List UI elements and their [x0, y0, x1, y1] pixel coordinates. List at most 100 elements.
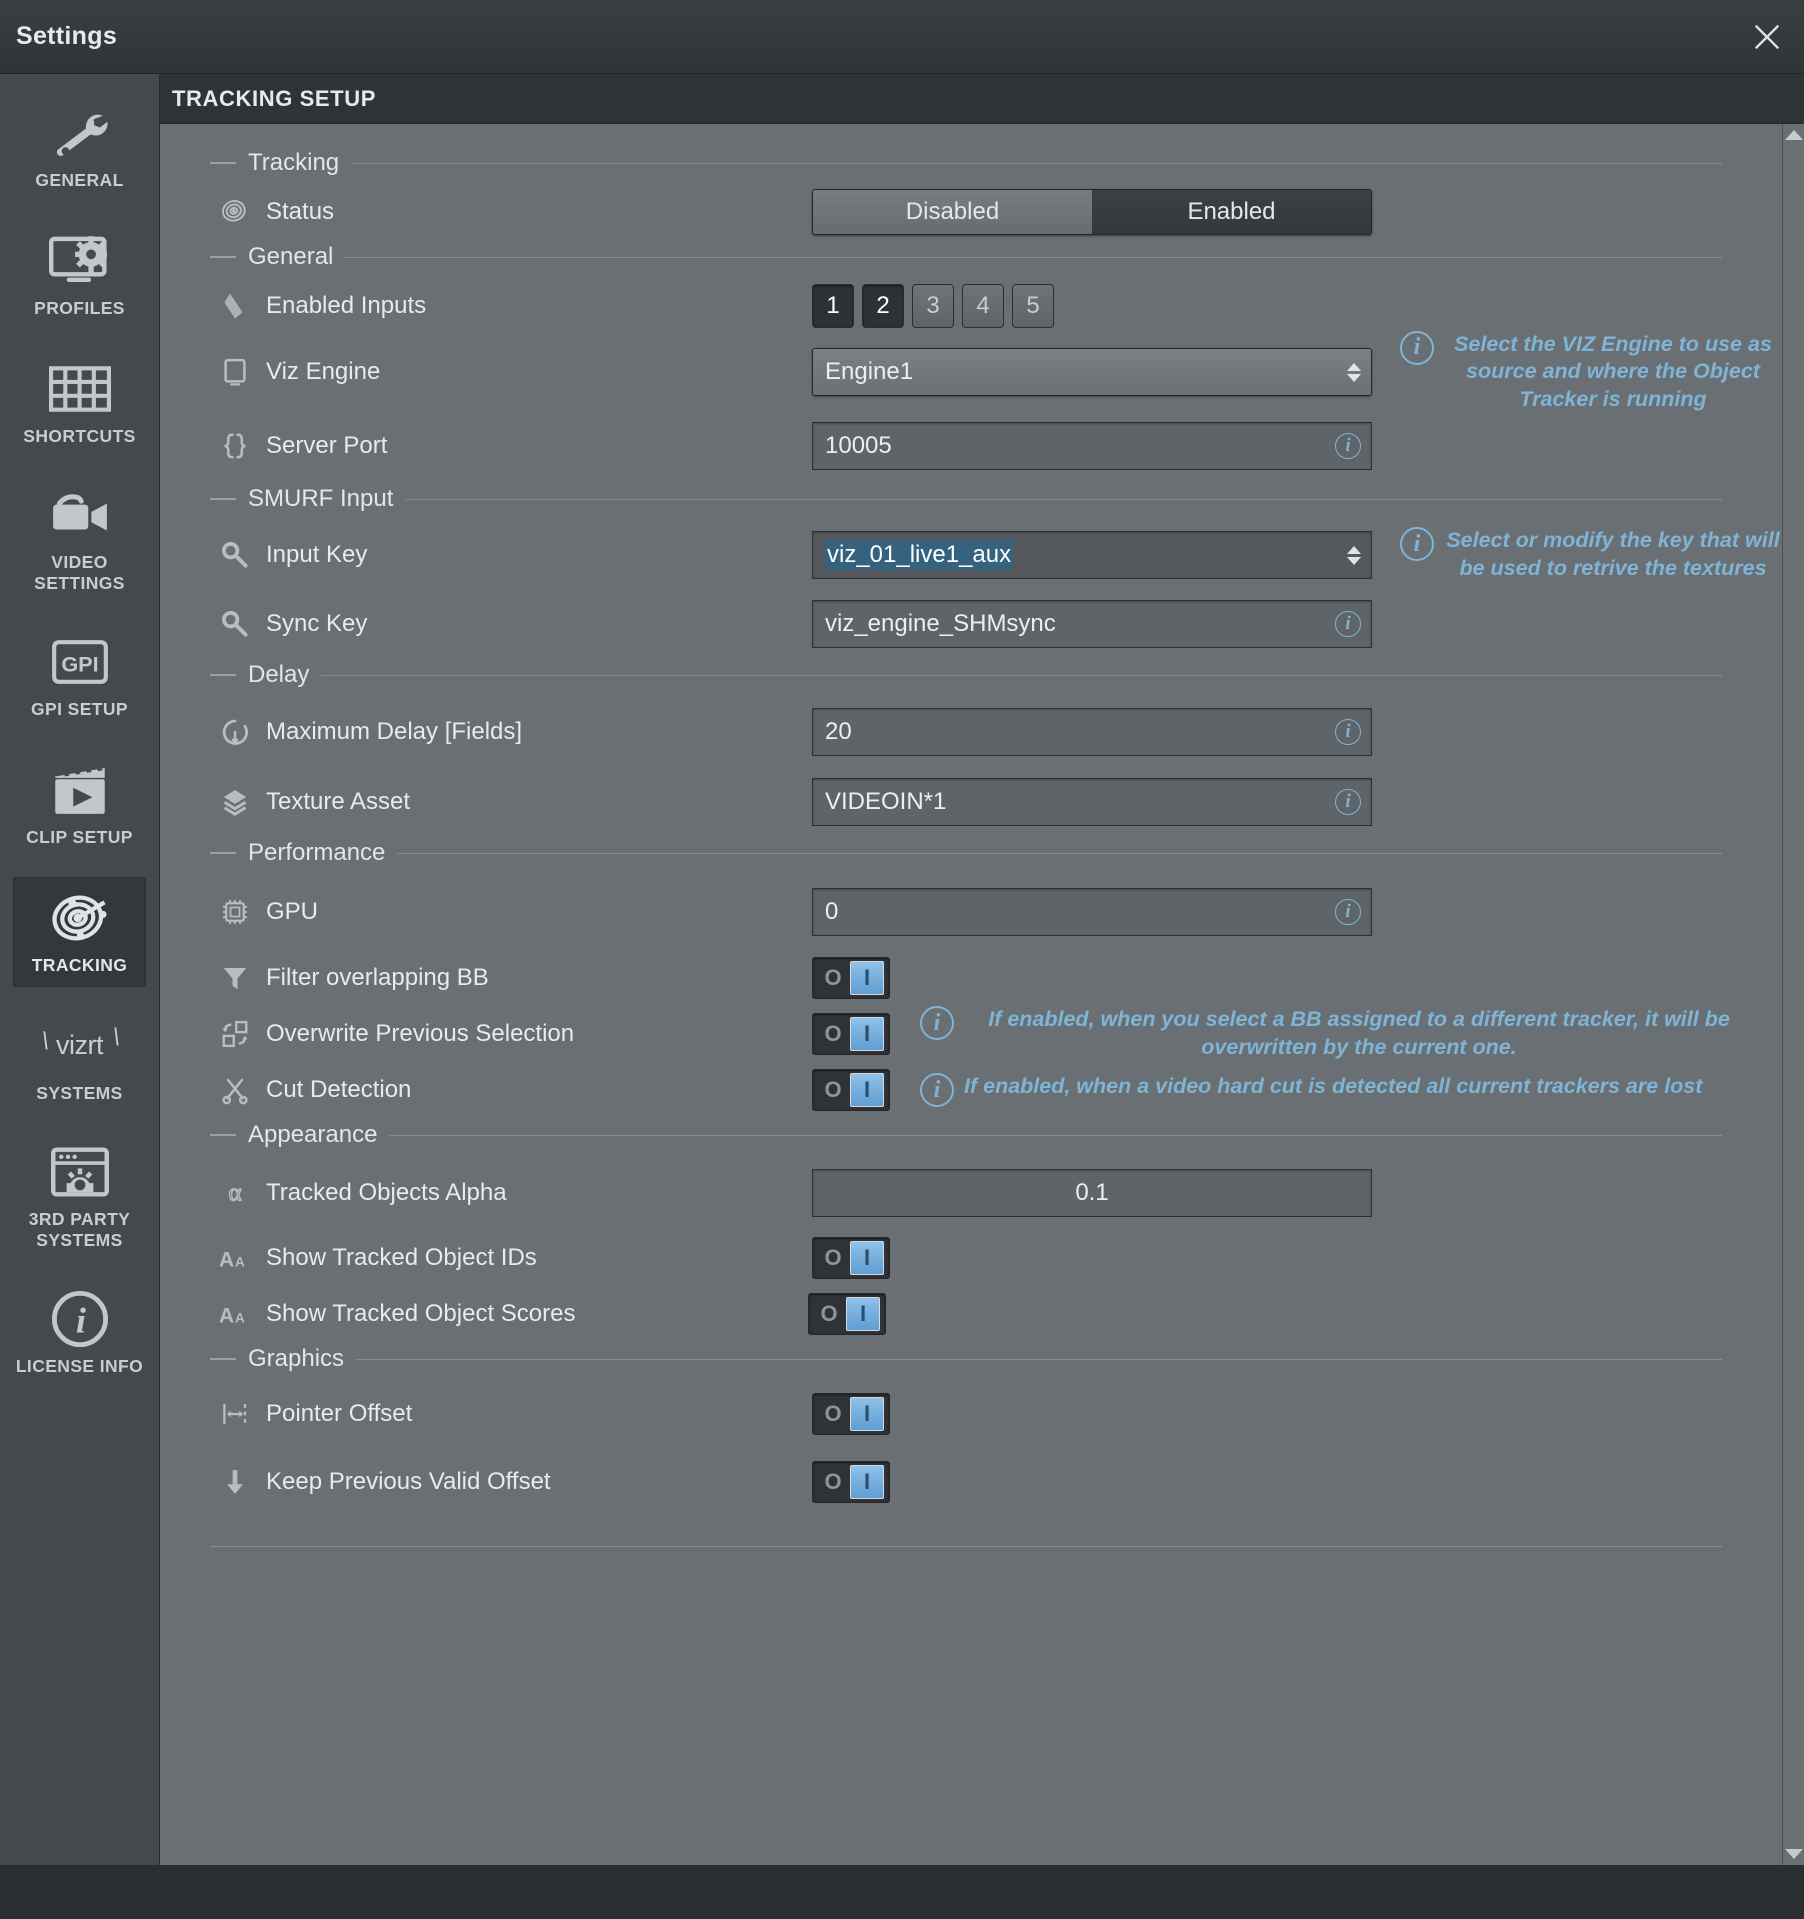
- show-tracked-object-ids-toggle[interactable]: O I: [812, 1237, 890, 1279]
- viz-engine-select[interactable]: Engine1: [812, 348, 1372, 396]
- row-label: Input Key: [266, 541, 368, 568]
- row-server-port: Server Port 10005 i: [160, 410, 1782, 482]
- cut-detection-hint: i If enabled, when a video hard cut is d…: [920, 1073, 1702, 1107]
- maximum-delay-input[interactable]: 20 i: [812, 708, 1372, 756]
- svg-text:A: A: [219, 1305, 234, 1328]
- group-graphics: Graphics Pointer Offset O I Keep Previou…: [160, 1342, 1782, 1516]
- sidebar-item-label: LICENSE INFO: [15, 1356, 144, 1377]
- divider: [321, 674, 1722, 676]
- info-circle-icon[interactable]: i: [920, 1073, 954, 1107]
- sidebar-item-general[interactable]: GENERAL: [13, 92, 146, 202]
- page-header: TRACKING SETUP: [160, 74, 1804, 124]
- server-port-input[interactable]: 10005 i: [812, 422, 1372, 470]
- sidebar-item-tracking[interactable]: TRACKING: [13, 877, 146, 988]
- tracked-objects-alpha-slider[interactable]: 0.1: [812, 1169, 1372, 1217]
- row-label: Status: [266, 198, 335, 225]
- toggle-off-glyph: O: [824, 965, 842, 990]
- status-segmented-control[interactable]: Disabled Enabled: [812, 189, 1372, 235]
- group-general: General Enabled Inputs 1 2 3 4 5 Viz Eng…: [160, 240, 1782, 482]
- input-key-combo[interactable]: viz_01_live1_aux: [812, 531, 1372, 579]
- sidebar-item-label: GPI SETUP: [31, 698, 128, 719]
- collapse-dash-icon[interactable]: [210, 852, 236, 854]
- keep-previous-valid-offset-toggle[interactable]: O I: [812, 1461, 890, 1503]
- vizrt-wordmark: vizrt: [46, 1030, 113, 1061]
- toggle-off-glyph: O: [824, 1469, 842, 1494]
- layers-icon: [212, 787, 258, 817]
- divider: [356, 1358, 1722, 1360]
- cut-detection-toggle[interactable]: O I: [812, 1069, 890, 1111]
- filter-overlapping-bb-toggle[interactable]: O I: [812, 957, 890, 999]
- divider: [397, 852, 1722, 854]
- input-chip-1[interactable]: 1: [812, 284, 854, 328]
- sidebar-item-label: TRACKING: [31, 954, 128, 975]
- info-circle-icon[interactable]: i: [1335, 611, 1361, 637]
- sync-key-value: viz_engine_SHMsync: [825, 610, 1056, 637]
- group-title: SMURF Input: [248, 485, 394, 512]
- svg-text:GPI: GPI: [61, 651, 98, 676]
- funnel-icon: [212, 963, 258, 993]
- text-size-icon: A A: [212, 1299, 258, 1329]
- row-label: Viz Engine: [266, 358, 381, 385]
- collapse-dash-icon[interactable]: [210, 498, 236, 500]
- info-circle-icon[interactable]: i: [1335, 719, 1361, 745]
- group-title: Tracking: [248, 149, 340, 176]
- sidebar-item-profiles[interactable]: PROFILES: [13, 220, 146, 330]
- info-circle-icon[interactable]: i: [920, 1006, 954, 1041]
- collapse-dash-icon[interactable]: [210, 1134, 236, 1136]
- toggle-off-glyph: O: [824, 1401, 842, 1426]
- text-size-icon: A A: [212, 1243, 258, 1273]
- sidebar-item-3rd-party-systems[interactable]: 3RD PARTY SYSTEMS: [13, 1133, 146, 1260]
- divider: [405, 498, 1722, 500]
- row-label: Maximum Delay [Fields]: [266, 718, 523, 745]
- row-keep-previous-valid-offset: Keep Previous Valid Offset O I: [160, 1448, 1782, 1516]
- input-chip-3[interactable]: 3: [912, 284, 954, 328]
- info-circle-icon[interactable]: i: [1400, 527, 1434, 562]
- input-chip-2[interactable]: 2: [862, 284, 904, 328]
- scroll-down-icon[interactable]: [1784, 1849, 1803, 1859]
- group-header: General: [160, 240, 1782, 274]
- input-chip-5[interactable]: 5: [1012, 284, 1054, 328]
- texture-asset-input[interactable]: VIDEOIN*1 i: [812, 778, 1372, 826]
- collapse-dash-icon[interactable]: [210, 1358, 236, 1360]
- input-key-value: viz_01_live1_aux: [825, 540, 1014, 570]
- sync-key-input[interactable]: viz_engine_SHMsync i: [812, 600, 1372, 648]
- sidebar: GENERAL PROFILES SHORTCUTS VIDEO SETTING…: [0, 74, 160, 1865]
- pointer-offset-toggle[interactable]: O I: [812, 1393, 890, 1435]
- close-button[interactable]: [1730, 0, 1804, 74]
- sidebar-item-shortcuts[interactable]: SHORTCUTS: [13, 348, 146, 458]
- spinner-arrows-icon[interactable]: [1347, 362, 1361, 382]
- group-title: Appearance: [248, 1121, 378, 1148]
- hint-text: If enabled, when you select a BB assigne…: [988, 1007, 1730, 1059]
- info-circle-icon: i: [51, 1288, 109, 1350]
- sidebar-item-systems[interactable]: vizrt SYSTEMS: [13, 1005, 146, 1115]
- scroll-up-icon[interactable]: [1784, 130, 1803, 140]
- hint-text: Select the VIZ Engine to use as source a…: [1454, 331, 1772, 411]
- info-circle-icon[interactable]: i: [1335, 789, 1361, 815]
- sidebar-item-video-settings[interactable]: VIDEO SETTINGS: [13, 476, 146, 603]
- row-filter-overlapping-bb: Filter overlapping BB O I: [160, 950, 1782, 1006]
- info-circle-icon[interactable]: i: [1400, 330, 1434, 365]
- sidebar-item-gpi-setup[interactable]: GPI GPI SETUP: [13, 621, 146, 731]
- sidebar-item-label: 3RD PARTY SYSTEMS: [28, 1209, 131, 1250]
- show-tracked-object-scores-toggle[interactable]: O I: [808, 1293, 886, 1335]
- status-option-enabled[interactable]: Enabled: [1092, 190, 1371, 234]
- window-title: Settings: [16, 22, 118, 50]
- info-circle-icon[interactable]: i: [1335, 899, 1361, 925]
- gpu-input[interactable]: 0 i: [812, 888, 1372, 936]
- collapse-dash-icon[interactable]: [210, 162, 236, 164]
- input-chip-4[interactable]: 4: [962, 284, 1004, 328]
- vertical-scrollbar[interactable]: [1782, 124, 1804, 1865]
- toggle-off-glyph: O: [824, 1245, 842, 1270]
- row-maximum-delay: Maximum Delay [Fields] 20 i: [160, 696, 1782, 768]
- status-option-disabled[interactable]: Disabled: [813, 190, 1092, 234]
- info-circle-icon[interactable]: i: [1335, 433, 1361, 459]
- group-title: Delay: [248, 661, 310, 688]
- overwrite-previous-selection-toggle[interactable]: O I: [812, 1013, 890, 1055]
- sidebar-item-license-info[interactable]: i LICENSE INFO: [13, 1279, 146, 1389]
- spinner-arrows-icon[interactable]: [1347, 545, 1361, 565]
- collapse-dash-icon[interactable]: [210, 674, 236, 676]
- collapse-dash-icon[interactable]: [210, 256, 236, 258]
- row-status: Status Disabled Enabled: [160, 184, 1782, 240]
- row-label: Sync Key: [266, 610, 368, 637]
- sidebar-item-clip-setup[interactable]: CLIP SETUP: [13, 749, 146, 859]
